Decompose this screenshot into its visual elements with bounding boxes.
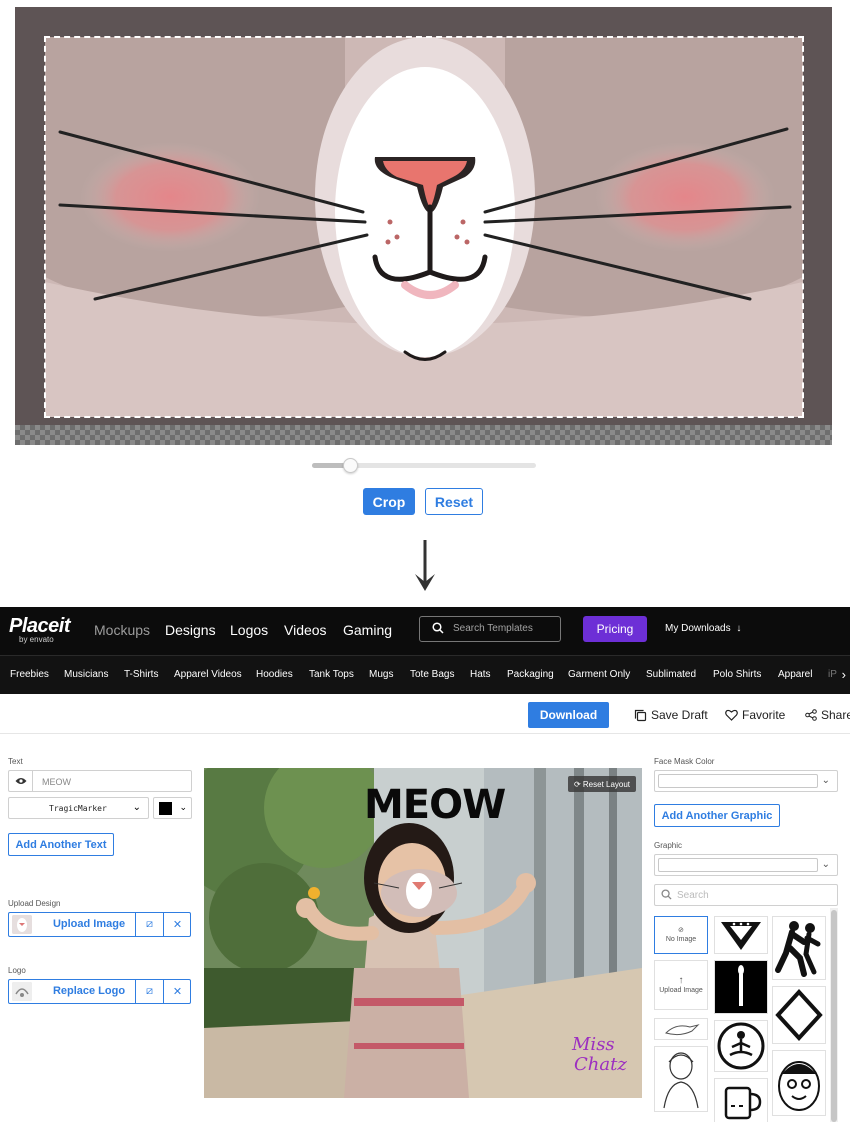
upload-design-label: Upload Design	[8, 899, 61, 908]
replace-logo-button[interactable]: Replace Logo	[33, 985, 145, 997]
category-bar: Freebies Musicians T-Shirts Apparel Vide…	[0, 655, 850, 694]
graphic-tile-badge[interactable]	[714, 916, 768, 954]
crop-icon[interactable]: ⧄	[135, 913, 163, 936]
text-color-dropdown[interactable]: ⌄	[153, 797, 192, 819]
category-packaging[interactable]: Packaging	[507, 669, 554, 680]
chevron-down-icon: ⌄	[179, 802, 187, 812]
upload-design-row: Upload Image ⧄ ✕	[8, 912, 191, 937]
graphic-tile-candle[interactable]	[714, 960, 768, 1014]
graphic-tile-no-image[interactable]: ⊘ No Image	[654, 916, 708, 954]
crop-canvas[interactable]	[15, 7, 832, 445]
graphic-tile-meditation[interactable]	[714, 1020, 768, 1072]
nav-link-logos[interactable]: Logos	[230, 622, 268, 638]
crop-icon[interactable]: ⧄	[135, 980, 163, 1003]
category-tote-bags[interactable]: Tote Bags	[410, 669, 454, 680]
category-apparel[interactable]: Apparel	[778, 669, 812, 680]
chevron-down-icon: ⌄	[821, 859, 830, 870]
placeit-logo[interactable]: Placeit by envato	[9, 615, 70, 644]
graphic-field	[658, 858, 818, 872]
upload-arrow-icon: ↑	[678, 974, 684, 986]
text-field[interactable]: MEOW	[8, 770, 192, 792]
category-hoodies[interactable]: Hoodies	[256, 669, 293, 680]
search-placeholder: Search Templates	[453, 623, 533, 634]
top-navigation: Placeit by envato Mockups Designs Logos …	[0, 607, 850, 655]
face-mask-color-dropdown[interactable]: ⌄	[654, 770, 838, 792]
nav-link-gaming[interactable]: Gaming	[343, 622, 392, 638]
search-icon	[432, 622, 444, 634]
category-hats[interactable]: Hats	[470, 669, 491, 680]
transparency-checker	[15, 425, 832, 445]
graphic-tile-mug[interactable]	[714, 1078, 768, 1122]
nav-link-designs[interactable]: Designs	[165, 622, 216, 638]
crop-button[interactable]: Crop	[363, 488, 415, 515]
add-another-graphic-button[interactable]: Add Another Graphic	[654, 804, 780, 827]
text-section-label: Text	[8, 757, 23, 766]
face-mask-color-label: Face Mask Color	[654, 757, 715, 766]
graphic-tile-statue-sketch[interactable]	[654, 1046, 708, 1112]
category-mugs[interactable]: Mugs	[369, 669, 393, 680]
face-mask-image	[45, 37, 803, 417]
mockup-preview[interactable]: Miss Chatz MEOW ⟳ Reset Layout	[204, 768, 642, 1098]
graphic-tile-cartoon-face[interactable]	[772, 1050, 826, 1116]
chevron-down-icon: ⌄	[821, 775, 830, 786]
refresh-icon: ⟳	[573, 779, 583, 789]
category-garment-only[interactable]: Garment Only	[568, 669, 630, 680]
graphic-dropdown[interactable]: ⌄	[654, 854, 838, 876]
reset-button[interactable]: Reset	[425, 488, 483, 515]
graphic-tile-upload-image[interactable]: ↑ Upload Image	[654, 960, 708, 1010]
save-draft-button[interactable]: Save Draft	[634, 708, 708, 722]
color-swatch	[159, 802, 172, 815]
font-dropdown[interactable]: TragicMarker ⌄	[8, 797, 149, 819]
category-musicians[interactable]: Musicians	[64, 669, 108, 680]
chevron-right-icon[interactable]: ›	[842, 667, 846, 682]
my-downloads-link[interactable]: My Downloads ↓	[665, 623, 741, 634]
nav-link-videos[interactable]: Videos	[284, 622, 327, 638]
category-polo-shirts[interactable]: Polo Shirts	[713, 669, 761, 680]
graphic-tile-runners[interactable]	[772, 916, 826, 980]
copy-icon	[634, 709, 647, 721]
graphic-grid: ⊘ No Image ↑ Upload Image	[654, 914, 830, 1122]
share-icon	[805, 709, 817, 721]
category-sublimated[interactable]: Sublimated	[646, 669, 696, 680]
logo-section-label: Logo	[8, 966, 26, 975]
chevron-down-icon: ⌄	[132, 802, 141, 813]
text-field-value: MEOW	[42, 777, 71, 787]
graphic-tile-bird[interactable]	[654, 1018, 708, 1040]
color-field	[658, 774, 818, 788]
signature-text: Miss	[571, 1034, 615, 1055]
upload-image-button[interactable]: Upload Image	[33, 918, 145, 930]
eye-icon[interactable]	[9, 771, 33, 791]
search-icon	[661, 889, 672, 900]
graphic-tile-diamond-frame[interactable]	[772, 986, 826, 1044]
reset-layout-button[interactable]: ⟳ Reset Layout	[568, 776, 636, 792]
nav-link-mockups[interactable]: Mockups	[94, 622, 150, 638]
logo-thumbnail	[12, 982, 32, 1001]
add-another-text-button[interactable]: Add Another Text	[8, 833, 114, 856]
overlay-text-meow[interactable]: MEOW	[364, 782, 506, 828]
down-arrow-icon	[415, 540, 435, 591]
category-tank-tops[interactable]: Tank Tops	[309, 669, 354, 680]
pricing-button[interactable]: Pricing	[583, 616, 647, 642]
editor-action-bar: Download Save Draft Favorite Share	[0, 694, 850, 734]
heart-icon	[725, 709, 738, 721]
graphic-grid-scrollbar[interactable]	[830, 908, 838, 1122]
download-arrow-icon: ↓	[736, 623, 742, 634]
close-icon[interactable]: ✕	[163, 980, 191, 1003]
category-apparel-videos[interactable]: Apparel Videos	[174, 669, 242, 680]
close-icon[interactable]: ✕	[163, 913, 191, 936]
design-thumbnail	[12, 915, 32, 934]
template-search-input[interactable]: Search Templates	[419, 616, 561, 642]
graphic-search-input[interactable]: Search	[654, 884, 838, 906]
graphic-section-label: Graphic	[654, 841, 683, 850]
category-t-shirts[interactable]: T-Shirts	[124, 669, 158, 680]
favorite-button[interactable]: Favorite	[725, 708, 785, 722]
share-button[interactable]: Share	[805, 708, 850, 722]
download-button[interactable]: Download	[528, 702, 609, 728]
hidden-eye-icon: ⊘	[678, 927, 684, 934]
category-truncated[interactable]: iP	[828, 669, 837, 680]
zoom-slider-thumb[interactable]	[342, 458, 358, 473]
category-freebies[interactable]: Freebies	[10, 669, 49, 680]
logo-row: Replace Logo ⧄ ✕	[8, 979, 191, 1004]
svg-text:Chatz: Chatz	[574, 1054, 627, 1075]
